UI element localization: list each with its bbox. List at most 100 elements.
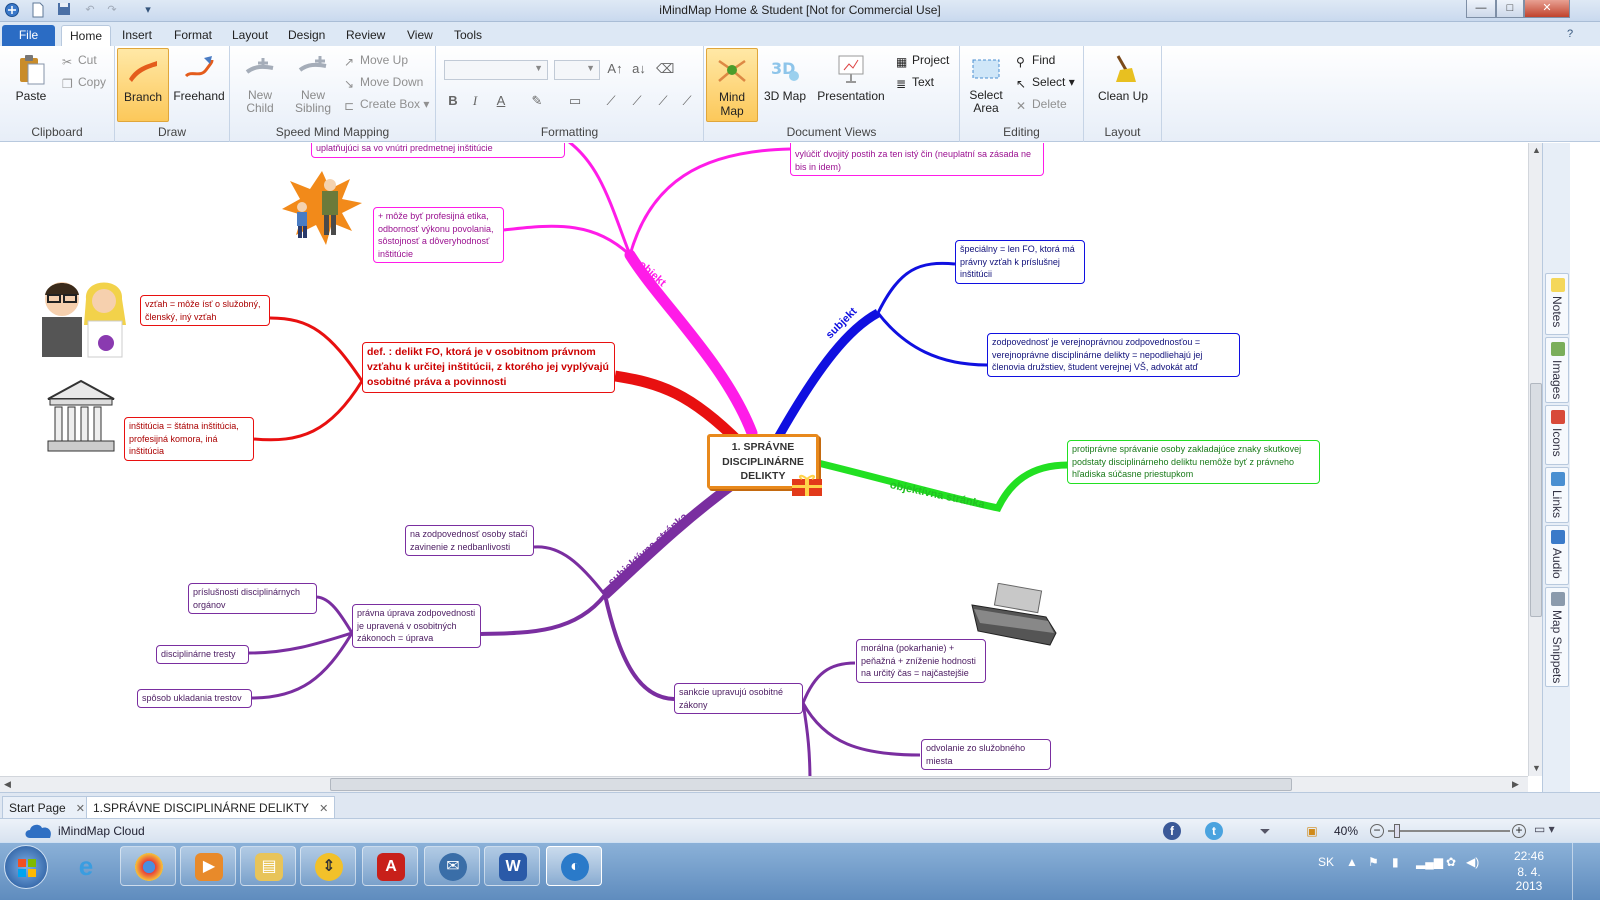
tab-home[interactable]: Home: [61, 25, 112, 46]
clipart-teacher-child-image[interactable]: [280, 169, 364, 247]
tray-expand-icon[interactable]: ▲: [1346, 855, 1358, 869]
horizontal-scroll-thumb[interactable]: [330, 778, 1292, 791]
bold-button[interactable]: B: [444, 92, 462, 110]
branch-sankcie[interactable]: [603, 594, 675, 701]
highlight-icon[interactable]: ✎: [528, 92, 546, 110]
taskbar-acrobat[interactable]: A: [362, 846, 418, 886]
tab-layout[interactable]: Layout: [224, 25, 276, 46]
clipart-wallet-image[interactable]: [970, 582, 1058, 647]
horizontal-scrollbar[interactable]: ◀ ▶: [0, 776, 1528, 792]
grow-font-icon[interactable]: A↑: [606, 60, 624, 78]
branch-zavinenie[interactable]: [533, 545, 607, 596]
side-tab-images[interactable]: Images: [1545, 337, 1569, 403]
3d-map-button[interactable]: 3D 3D Map: [762, 48, 808, 122]
clipart-couple-image[interactable]: [34, 277, 132, 359]
zoom-slider-thumb[interactable]: [1394, 824, 1400, 838]
tab-view[interactable]: View: [399, 25, 441, 46]
scroll-down-icon[interactable]: ▼: [1532, 763, 1541, 773]
scroll-up-icon[interactable]: ▲: [1532, 145, 1541, 155]
line-color-icon[interactable]: ⟋: [678, 92, 696, 110]
cloud-label[interactable]: iMindMap Cloud: [58, 824, 145, 838]
close-icon[interactable]: ✕: [76, 803, 85, 815]
facebook-icon[interactable]: f: [1163, 822, 1181, 840]
minimize-button[interactable]: —: [1466, 0, 1496, 18]
create-box-button[interactable]: ⊏ Create Box ▾: [344, 94, 429, 114]
tab-tools[interactable]: Tools: [446, 25, 490, 46]
help-icon[interactable]: ?: [1562, 26, 1578, 42]
taskbar-explorer[interactable]: ▤: [240, 846, 296, 886]
mind-map-button[interactable]: Mind Map: [706, 48, 758, 122]
taskbar-thunderbird[interactable]: ✉: [424, 846, 480, 886]
branch-objekt-etika[interactable]: [503, 224, 632, 257]
zoom-slider[interactable]: [1388, 830, 1510, 832]
branch-objekt-top-right[interactable]: [628, 147, 791, 256]
language-indicator[interactable]: SK: [1318, 855, 1334, 869]
node-sposob[interactable]: spôsob ukladania trestov: [137, 689, 252, 708]
node-objekt-top-right[interactable]: vylúčiť dvojitý postih za ten istý čin (…: [790, 143, 1044, 176]
twitter-icon[interactable]: t: [1205, 822, 1223, 840]
new-sibling-button[interactable]: New Sibling: [290, 48, 336, 122]
node-prislusnosti[interactable]: príslušnosti disciplinárnych orgánov: [188, 583, 317, 614]
select-area-button[interactable]: Select Area: [964, 48, 1008, 122]
node-tresty[interactable]: disciplinárne tresty: [156, 645, 249, 664]
volume-icon[interactable]: ◀): [1466, 855, 1479, 869]
clean-up-button[interactable]: Clean Up: [1092, 48, 1154, 122]
tab-insert[interactable]: Insert: [114, 25, 160, 46]
start-button[interactable]: [4, 845, 48, 889]
zoom-in-button[interactable]: +: [1512, 824, 1526, 838]
tab-design[interactable]: Design: [280, 25, 333, 46]
tray-device-icon[interactable]: ▮: [1392, 855, 1399, 869]
maximize-button[interactable]: □: [1496, 0, 1524, 18]
branch-objekt-top-left[interactable]: [565, 143, 632, 256]
branch-vztah[interactable]: [269, 316, 364, 382]
font-color-button[interactable]: A: [492, 92, 510, 110]
tab-review[interactable]: Review: [338, 25, 393, 46]
node-pravna-uprava[interactable]: právna úprava zodpovednosti je upravená …: [352, 604, 481, 648]
node-protipravne[interactable]: protiprávne správanie osoby zakladajúce …: [1067, 440, 1320, 484]
shrink-font-icon[interactable]: a↓: [630, 60, 648, 78]
doc-tab-start-page[interactable]: Start Page ✕: [2, 796, 92, 818]
project-button[interactable]: ▦ Project: [896, 50, 949, 70]
branch-prislusnosti[interactable]: [316, 595, 354, 634]
branch-specialny[interactable]: [876, 261, 956, 314]
branch-def[interactable]: [614, 370, 744, 447]
presentation-button[interactable]: Presentation: [816, 48, 886, 122]
select-button[interactable]: ↖ Select ▾: [1016, 72, 1075, 92]
clear-format-icon[interactable]: ⌫: [656, 60, 674, 78]
tray-flag-icon[interactable]: ⚑: [1368, 855, 1379, 869]
node-odvolanie[interactable]: odvolanie zo služobného miesta: [921, 739, 1051, 770]
side-tab-audio[interactable]: Audio: [1545, 525, 1569, 585]
taskbar-internet-explorer[interactable]: e: [58, 846, 114, 886]
border-icon[interactable]: ▭: [566, 92, 584, 110]
tray-app-icon[interactable]: ✿: [1446, 855, 1456, 869]
node-def[interactable]: def. : delikt FO, ktorá je v osobitnom p…: [362, 342, 615, 393]
vertical-scrollbar[interactable]: ▲ ▼: [1528, 143, 1542, 776]
node-vztah[interactable]: vzťah = môže ísť o služobný, členský, in…: [140, 295, 270, 326]
tab-format[interactable]: Format: [166, 25, 220, 46]
line-shape-icon[interactable]: ⟋: [654, 92, 672, 110]
move-up-button[interactable]: ↗ Move Up: [344, 50, 408, 70]
filter-icon[interactable]: ⏷: [1256, 822, 1274, 840]
branch-sposob[interactable]: [251, 632, 354, 700]
side-tab-icons[interactable]: Icons: [1545, 405, 1569, 465]
taskbar-chrome[interactable]: [120, 846, 176, 886]
node-zavinenie[interactable]: na zodpovednosť osoby stačí zavinenie z …: [405, 525, 534, 556]
line-width-icon[interactable]: ⟋: [628, 92, 646, 110]
node-sankcie[interactable]: sankcie upravujú osobitné zákony: [674, 683, 803, 714]
branch-button[interactable]: Branch: [117, 48, 169, 122]
cut-button[interactable]: ✂ Cut: [62, 50, 97, 70]
taskbar-media-player[interactable]: ▶: [180, 846, 236, 886]
show-desktop-button[interactable]: [1572, 843, 1584, 901]
branch-pravna-uprava[interactable]: [480, 593, 607, 636]
clipart-bank-building-image[interactable]: [46, 379, 116, 453]
paste-button[interactable]: Paste: [8, 48, 54, 122]
node-zodpovednost[interactable]: zodpovednosť je verejnoprávnou zodpovedn…: [987, 333, 1240, 377]
font-size-select[interactable]: ▼: [554, 60, 600, 80]
close-icon[interactable]: ✕: [319, 803, 328, 815]
node-objekt-top-left[interactable]: uplatňujúci sa vo vnútri predmetnej inšt…: [311, 143, 565, 158]
network-icon[interactable]: ▂▄▆: [1416, 855, 1443, 869]
line-style-icon[interactable]: ⟋: [602, 92, 620, 110]
freehand-button[interactable]: Freehand: [173, 48, 225, 122]
taskbar-word[interactable]: W: [484, 846, 540, 886]
find-button[interactable]: ⚲ Find: [1016, 50, 1055, 70]
